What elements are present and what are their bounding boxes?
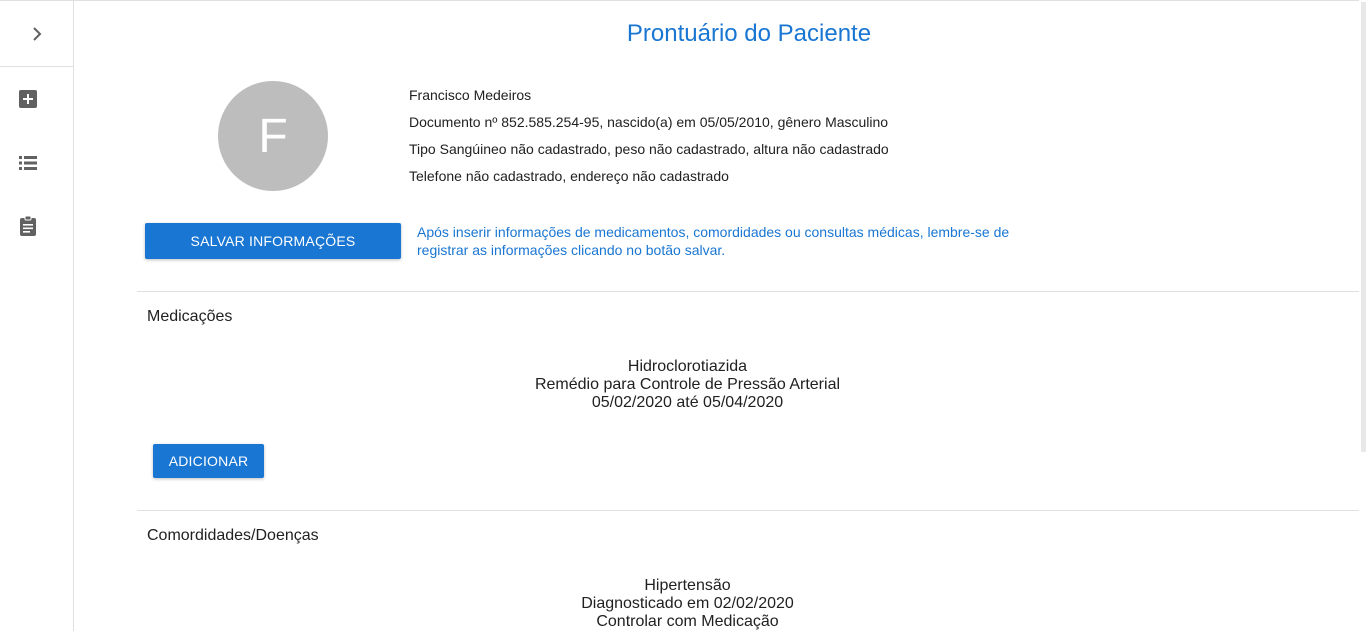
- add-medication-button[interactable]: ADICIONAR: [153, 444, 264, 478]
- comorbidity-treatment: Controlar com Medicação: [596, 613, 779, 630]
- page-title: Prontuário do Paciente: [626, 20, 872, 47]
- medication-entry: Hidroclorotiazida Remédio para Controle …: [137, 358, 1238, 412]
- comorbidity-diagnosis: Diagnosticado em 02/02/2020: [581, 595, 794, 612]
- section-divider: [137, 510, 1359, 511]
- section-divider: [137, 291, 1359, 292]
- medication-description: Remédio para Controle de Pressão Arteria…: [534, 376, 841, 393]
- save-button[interactable]: SALVAR INFORMAÇÕES: [145, 223, 401, 259]
- main-content: Prontuário do Paciente F Francisco Medei…: [74, 1, 1359, 631]
- comorbidity-name: Hipertensão: [644, 577, 731, 594]
- sidebar-item-records[interactable]: [18, 216, 38, 236]
- chevron-right-icon: [32, 26, 41, 41]
- add-button-label: ADICIONAR: [168, 453, 249, 469]
- avatar-letter: F: [258, 109, 288, 163]
- patient-contact: Telefone não cadastrado, endereço não ca…: [409, 168, 729, 184]
- scrollbar-thumb[interactable]: [1361, 2, 1366, 452]
- medication-period: 05/02/2020 até 05/04/2020: [591, 394, 784, 411]
- add-box-icon: [19, 90, 37, 108]
- comorbidities-title: Comordidades/Doenças: [147, 527, 319, 544]
- medication-name: Hidroclorotiazida: [627, 358, 748, 375]
- sidebar: [0, 1, 74, 631]
- medications-title: Medicações: [147, 308, 233, 325]
- patient-avatar: F: [218, 81, 328, 191]
- save-button-label: SALVAR INFORMAÇÕES: [190, 233, 356, 249]
- save-reminder-text: Após inserir informações de medicamentos…: [417, 224, 1010, 258]
- patient-blood-info: Tipo Sangúineo não cadastrado, peso não …: [409, 141, 889, 157]
- sidebar-item-add[interactable]: [18, 89, 38, 109]
- comorbidity-entry: Hipertensão Diagnosticado em 02/02/2020 …: [137, 577, 1238, 631]
- patient-document: Documento nº 852.585.254-95, nascido(a) …: [409, 114, 889, 130]
- clipboard-icon: [20, 216, 36, 236]
- patient-name: Francisco Medeiros: [409, 87, 532, 103]
- list-icon: [19, 156, 37, 170]
- sidebar-toggle-button[interactable]: [0, 1, 73, 67]
- sidebar-item-list[interactable]: [18, 153, 38, 173]
